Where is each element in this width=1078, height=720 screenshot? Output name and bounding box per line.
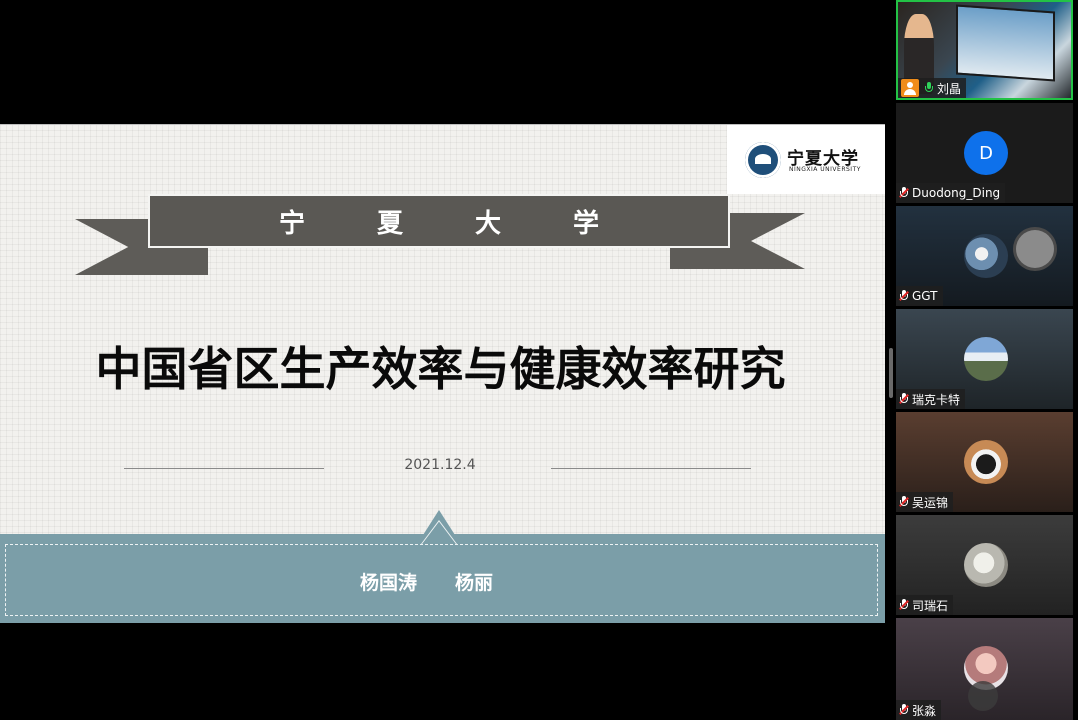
university-logo: 宁夏大学 NINGXIA UNIVERSITY bbox=[727, 124, 885, 194]
participant-tile[interactable]: 张淼 bbox=[896, 618, 1073, 720]
author-name: 杨丽 bbox=[455, 572, 494, 594]
shared-slide: 宁夏大学 NINGXIA UNIVERSITY 宁 夏 大 学 中国省区生产效率… bbox=[0, 124, 885, 623]
speaking-indicator-icon bbox=[1016, 230, 1054, 268]
mic-muted-icon bbox=[899, 187, 909, 199]
participant-name: GGT bbox=[912, 289, 938, 303]
participant-name: 张淼 bbox=[912, 703, 937, 718]
participant-tile[interactable]: 瑞克卡特 bbox=[896, 309, 1073, 409]
participant-tile[interactable]: D Duodong_Ding bbox=[896, 103, 1073, 203]
ribbon-char: 夏 bbox=[376, 208, 403, 239]
participant-tile[interactable]: 刘晶 bbox=[896, 0, 1073, 100]
participant-name: 瑞克卡特 bbox=[912, 392, 961, 407]
ribbon-char: 宁 bbox=[278, 208, 305, 239]
ribbon-char: 学 bbox=[573, 208, 600, 239]
mic-muted-overlay-icon bbox=[968, 681, 998, 711]
participants-panel: 刘晶 D Duodong_Ding GGT 瑞克卡特 吴运锦 司瑞石 张淼 bbox=[894, 0, 1078, 720]
mic-muted-icon bbox=[899, 704, 909, 716]
author-name: 杨国涛 bbox=[360, 572, 418, 594]
logo-english-name: NINGXIA UNIVERSITY bbox=[789, 166, 861, 173]
participant-tile[interactable]: 司瑞石 bbox=[896, 515, 1073, 615]
mic-on-icon bbox=[924, 82, 934, 94]
panel-resize-handle[interactable] bbox=[889, 348, 893, 398]
authors: 杨国涛 杨丽 bbox=[360, 568, 493, 595]
participant-name-tag: 张淼 bbox=[896, 700, 942, 720]
mic-muted-icon bbox=[899, 393, 909, 405]
video-feed-screen bbox=[956, 4, 1055, 82]
ribbon-char: 大 bbox=[475, 208, 502, 239]
mic-muted-icon bbox=[899, 599, 909, 611]
participant-name-tag: Duodong_Ding bbox=[896, 183, 1006, 203]
participant-tile[interactable]: GGT bbox=[896, 206, 1073, 306]
participant-tile[interactable]: 吴运锦 bbox=[896, 412, 1073, 512]
cat-photo-avatar bbox=[964, 440, 1008, 484]
participant-name: 吴运锦 bbox=[912, 495, 949, 510]
participant-name: 刘晶 bbox=[937, 81, 962, 96]
participant-name-tag: 吴运锦 bbox=[896, 492, 954, 512]
mountain-photo-avatar bbox=[964, 337, 1008, 381]
participant-name-tag: 司瑞石 bbox=[896, 595, 954, 615]
host-person-icon bbox=[901, 79, 919, 97]
divider-right bbox=[551, 468, 751, 469]
participant-name: 司瑞石 bbox=[912, 598, 949, 613]
participant-name-tag: 刘晶 bbox=[898, 78, 967, 98]
seal-photo-avatar bbox=[964, 543, 1008, 587]
participant-name: Duodong_Ding bbox=[912, 186, 1001, 200]
university-seal-icon bbox=[745, 142, 781, 178]
cat-photo-avatar bbox=[964, 234, 1008, 278]
slide-title: 中国省区生产效率与健康效率研究 bbox=[95, 342, 786, 396]
avatar: D bbox=[964, 131, 1008, 175]
divider-left bbox=[124, 468, 324, 469]
slide-date: 2021.12.4 bbox=[404, 457, 476, 473]
mic-muted-icon bbox=[899, 496, 909, 508]
participant-name-tag: GGT bbox=[896, 286, 943, 306]
participant-name-tag: 瑞克卡特 bbox=[896, 389, 966, 409]
mic-muted-icon bbox=[899, 290, 909, 302]
ribbon-banner: 宁 夏 大 学 bbox=[148, 194, 730, 248]
